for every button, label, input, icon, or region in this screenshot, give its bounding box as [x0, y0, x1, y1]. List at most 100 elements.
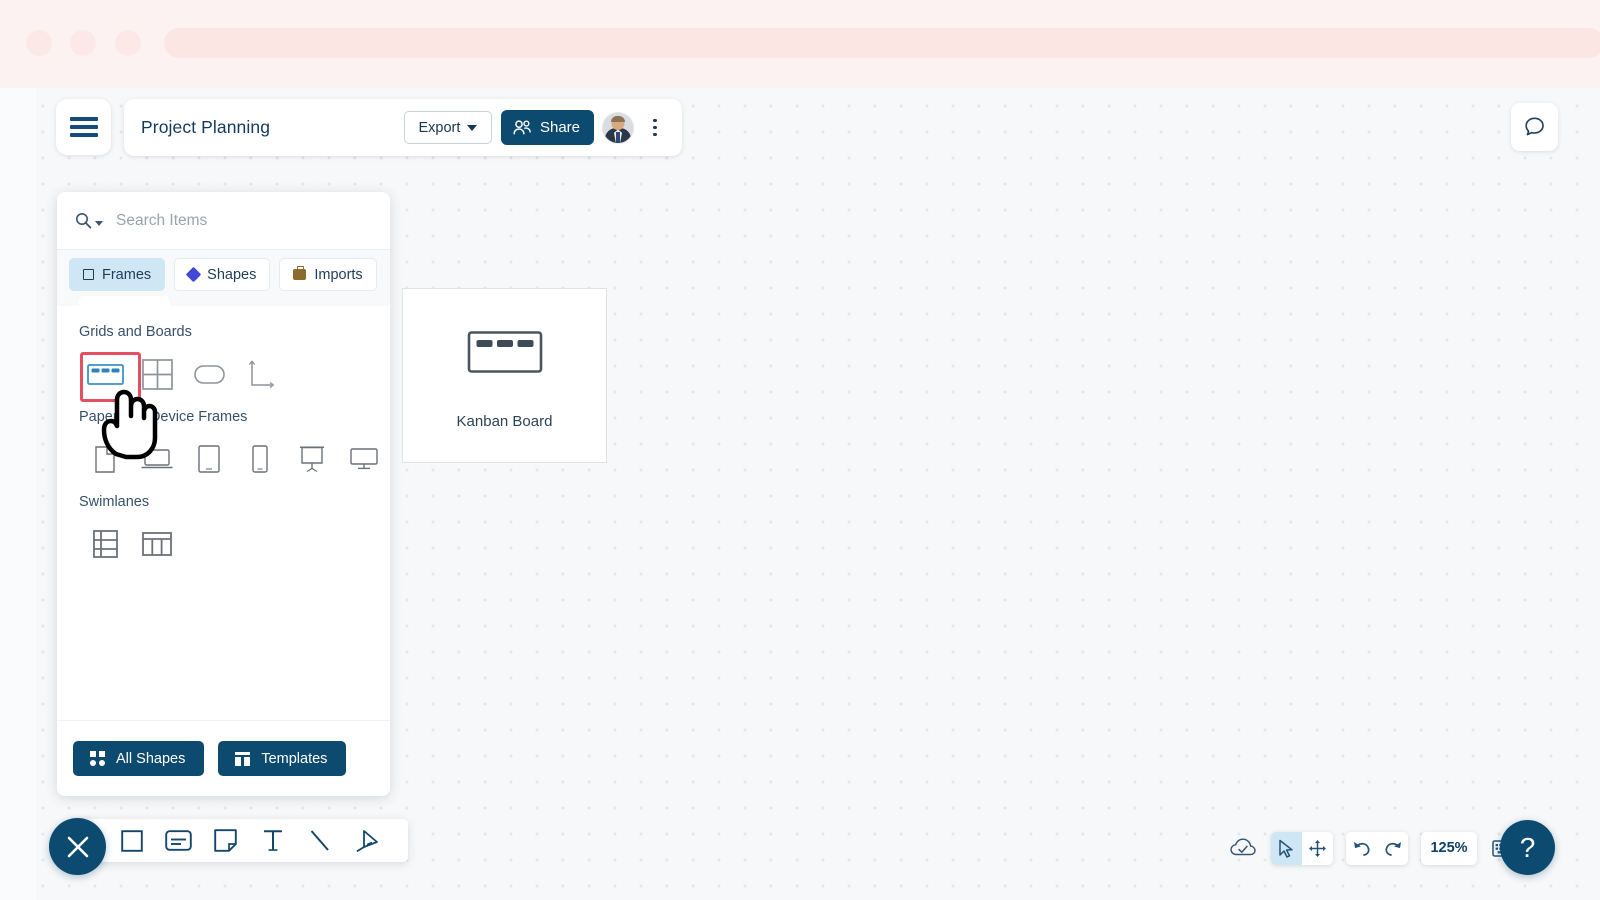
section-items-paper — [57, 437, 390, 481]
history-group — [1346, 831, 1408, 865]
shapes-panel: Frames Shapes Imports Grids and Boards — [57, 192, 390, 796]
help-button[interactable]: ? — [1500, 820, 1555, 875]
template-layout-icon — [235, 751, 251, 766]
pen-tool[interactable] — [343, 819, 390, 862]
cloud-check-icon — [1230, 838, 1256, 856]
monitor-icon — [350, 448, 378, 470]
vertical-swimlane-icon — [142, 532, 172, 556]
pointer-mode-group — [1271, 831, 1333, 865]
rounded-rect-frame[interactable] — [183, 352, 235, 396]
canvas-left-margin — [0, 88, 36, 900]
kanban-board-preview-icon — [467, 331, 542, 378]
horizontal-swimlane-frame[interactable] — [79, 522, 131, 566]
export-label: Export — [418, 119, 461, 136]
templates-label: Templates — [261, 750, 328, 767]
panel-tab-underlay — [79, 296, 170, 318]
tab-frames-label: Frames — [102, 266, 152, 283]
kanban-board-frame[interactable] — [79, 352, 141, 402]
kebab-menu-icon — [653, 118, 657, 123]
all-shapes-button[interactable]: All Shapes — [73, 741, 205, 776]
panel-footer: All Shapes Templates — [57, 720, 390, 796]
main-menu-button[interactable] — [56, 99, 111, 155]
search-icon[interactable] — [75, 212, 103, 229]
all-shapes-label: All Shapes — [116, 750, 186, 767]
move-arrows-icon — [1309, 839, 1326, 857]
square-outline-icon — [83, 269, 94, 280]
vertical-swimlane-frame[interactable] — [131, 522, 183, 566]
phone-icon — [252, 445, 269, 473]
share-button[interactable]: Share — [500, 110, 594, 145]
section-title-grids: Grids and Boards — [79, 324, 192, 340]
save-status-button[interactable] — [1228, 833, 1258, 863]
pen-nib-icon — [356, 829, 378, 852]
section-items-swimlanes — [57, 522, 390, 566]
monitor-frame[interactable] — [338, 437, 390, 481]
bottom-toolbar — [78, 819, 408, 862]
presentation-frame[interactable] — [286, 437, 338, 481]
panel-search-row — [57, 192, 390, 250]
export-button[interactable]: Export — [403, 111, 492, 144]
panel-content: Grids and Boards Paper and Device Frames… — [57, 306, 390, 738]
caret-down-icon — [95, 220, 103, 226]
templates-button[interactable]: Templates — [218, 741, 347, 776]
sticky-note-tool[interactable] — [202, 819, 249, 862]
diagonal-line-icon — [310, 830, 329, 851]
tab-imports[interactable]: Imports — [279, 258, 377, 291]
tab-frames[interactable]: Frames — [69, 258, 166, 291]
document-titlebar: Project Planning Export Share — [124, 99, 682, 156]
line-tool[interactable] — [296, 819, 343, 862]
more-options-button[interactable] — [644, 111, 666, 145]
sticky-note-icon — [214, 829, 237, 852]
pan-tool-button[interactable] — [1302, 832, 1333, 865]
rectangle-tool[interactable] — [108, 819, 155, 862]
browser-dot-minimize — [70, 30, 96, 56]
axis-chart-icon — [248, 360, 274, 388]
grid-dots-icon — [90, 751, 105, 766]
browser-chrome — [0, 0, 1600, 88]
kanban-board-preview-card[interactable]: Kanban Board — [402, 288, 607, 463]
undo-button[interactable] — [1346, 832, 1377, 865]
hamburger-icon — [69, 113, 98, 141]
text-tool[interactable] — [249, 819, 296, 862]
zoom-level-label: 125% — [1430, 840, 1468, 856]
grid-frame[interactable] — [131, 352, 183, 396]
comment-bubble-icon — [1525, 117, 1544, 136]
browser-dot-close — [26, 30, 52, 56]
help-label: ? — [1519, 831, 1536, 863]
card-icon — [165, 830, 192, 851]
zoom-level-button[interactable]: 125% — [1421, 831, 1477, 865]
document-frame[interactable] — [79, 437, 131, 481]
axis-frame[interactable] — [235, 352, 287, 396]
tab-imports-label: Imports — [314, 266, 363, 283]
text-t-icon — [263, 830, 282, 851]
tab-shapes-label: Shapes — [207, 266, 257, 283]
share-label: Share — [539, 119, 580, 136]
undo-arrow-icon — [1353, 841, 1370, 856]
card-tool[interactable] — [155, 819, 202, 862]
section-title-swimlanes: Swimlanes — [79, 494, 150, 510]
chevron-down-icon — [467, 124, 478, 131]
browser-address-bar — [164, 28, 1600, 58]
document-icon — [95, 445, 115, 473]
bottom-right-controls: 125% — [1228, 830, 1520, 866]
grid-icon — [141, 358, 173, 390]
horizontal-swimlane-icon — [92, 530, 118, 558]
kanban-board-icon — [86, 363, 124, 385]
close-toolbar-button[interactable] — [49, 818, 106, 875]
comments-button[interactable] — [1511, 103, 1558, 151]
select-tool-button[interactable] — [1271, 831, 1302, 865]
briefcase-icon — [293, 266, 307, 280]
tab-shapes[interactable]: Shapes — [174, 258, 271, 291]
close-x-icon — [67, 836, 88, 857]
tablet-frame[interactable] — [183, 437, 235, 481]
browser-dot-maximize — [115, 30, 141, 56]
avatar[interactable] — [603, 112, 633, 143]
page-title: Project Planning — [141, 117, 271, 137]
laptop-frame[interactable] — [131, 437, 183, 481]
kanban-board-preview-label: Kanban Board — [456, 413, 553, 430]
rounded-rectangle-icon — [193, 364, 225, 384]
redo-button[interactable] — [1377, 832, 1408, 865]
presentation-screen-icon — [300, 446, 325, 473]
search-input[interactable] — [116, 211, 376, 230]
phone-frame[interactable] — [234, 437, 286, 481]
